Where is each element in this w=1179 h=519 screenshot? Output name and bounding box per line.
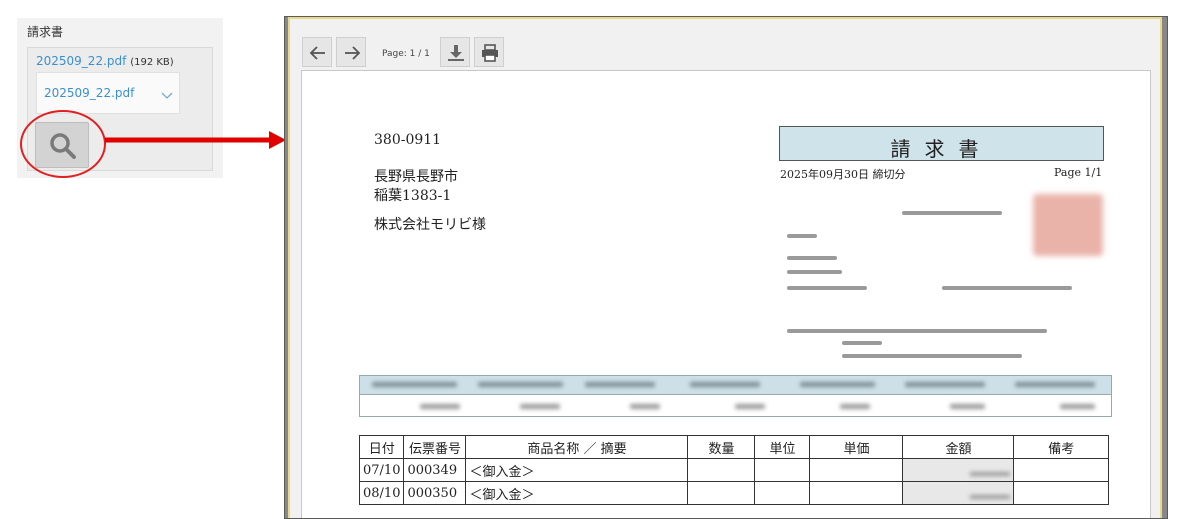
invoice-page-number: Page 1/1 <box>1054 166 1103 179</box>
row-item: ＜御入金＞ <box>465 481 689 505</box>
row-unit-price <box>809 481 904 505</box>
arrow-left-icon <box>309 46 325 60</box>
highlight-circle <box>20 110 106 178</box>
row-quantity <box>687 458 756 482</box>
download-icon <box>448 45 464 61</box>
row-slip: 000350 <box>403 481 467 505</box>
attachment-file-size: (192 KB) <box>130 57 174 68</box>
blurred-text <box>787 286 867 290</box>
blurred-text <box>787 270 842 274</box>
attachment-file-link[interactable]: 202509_22.pdf <box>36 54 126 68</box>
header-unit: 単位 <box>754 435 811 459</box>
row-unit <box>754 458 811 482</box>
header-amount: 金額 <box>902 435 1015 459</box>
prev-page-button[interactable] <box>302 37 332 67</box>
header-date: 日付 <box>358 435 405 459</box>
recipient-name: 株式会社モリビ様 <box>374 217 486 233</box>
detail-header-row: 日付 伝票番号 商品名称 ／ 摘要 数量 単位 単価 金額 備考 <box>358 435 1109 459</box>
blurred-text <box>942 286 1072 290</box>
table-row: 08/10 000350 ＜御入金＞ <box>358 481 1109 505</box>
invoice-page: 380-0911 長野県長野市 稲葉1383-1 株式会社モリビ様 請求書 20… <box>301 70 1151 518</box>
blurred-text <box>842 354 1022 358</box>
red-arrow <box>105 131 286 149</box>
row-unit-price <box>809 458 904 482</box>
row-date: 08/10 <box>358 481 405 505</box>
header-unit-price: 単価 <box>809 435 904 459</box>
table-row: 07/10 000349 ＜御入金＞ <box>358 458 1109 482</box>
company-seal <box>1033 194 1103 256</box>
row-date: 07/10 <box>358 458 405 482</box>
blurred-text <box>787 329 1047 333</box>
row-amount <box>902 481 1015 505</box>
header-quantity: 数量 <box>687 435 756 459</box>
invoice-title: 請求書 <box>890 137 993 161</box>
pdf-viewer: Page: 1 / 1 380-0911 長野県長野市 稲葉1383-1 株式会… <box>284 16 1168 519</box>
row-slip: 000349 <box>403 458 467 482</box>
address-line-1: 長野県長野市 <box>374 169 458 185</box>
row-quantity <box>687 481 756 505</box>
header-slip-number: 伝票番号 <box>403 435 467 459</box>
blurred-text <box>842 341 882 345</box>
row-remarks <box>1013 481 1109 505</box>
download-button[interactable] <box>440 37 470 67</box>
attachment-file-row: 202509_22.pdf (192 KB) <box>36 54 174 68</box>
row-remarks <box>1013 458 1109 482</box>
row-amount <box>902 458 1015 482</box>
invoice-title-box: 請求書 <box>779 126 1104 161</box>
chevron-down-icon <box>161 86 173 105</box>
row-item: ＜御入金＞ <box>465 458 689 482</box>
blurred-text <box>787 234 817 238</box>
closing-date: 2025年09月30日 締切分 <box>780 168 906 181</box>
address-line-2: 稲葉1383-1 <box>374 188 452 204</box>
attachment-selected-file: 202509_22.pdf <box>44 86 135 100</box>
row-unit <box>754 481 811 505</box>
summary-table <box>359 375 1112 419</box>
arrow-right-icon <box>345 46 361 60</box>
header-item-name: 商品名称 ／ 摘要 <box>465 435 689 459</box>
blurred-text <box>787 256 837 260</box>
summary-value-row <box>359 395 1112 417</box>
blurred-text <box>902 211 1002 215</box>
postal-code: 380-0911 <box>374 132 442 148</box>
pdf-viewer-frame: Page: 1 / 1 380-0911 長野県長野市 稲葉1383-1 株式会… <box>288 17 1162 518</box>
print-icon <box>482 44 498 62</box>
next-page-button[interactable] <box>336 37 366 67</box>
attachment-section-title: 請求書 <box>27 25 64 39</box>
attachment-file-select[interactable]: 202509_22.pdf <box>36 72 180 114</box>
summary-header-row <box>359 375 1112 395</box>
header-remarks: 備考 <box>1013 435 1109 459</box>
page-indicator: Page: 1 / 1 <box>382 49 430 59</box>
print-button[interactable] <box>474 37 504 67</box>
detail-table: 日付 伝票番号 商品名称 ／ 摘要 数量 単位 単価 金額 備考 07/10 0… <box>358 435 1109 505</box>
